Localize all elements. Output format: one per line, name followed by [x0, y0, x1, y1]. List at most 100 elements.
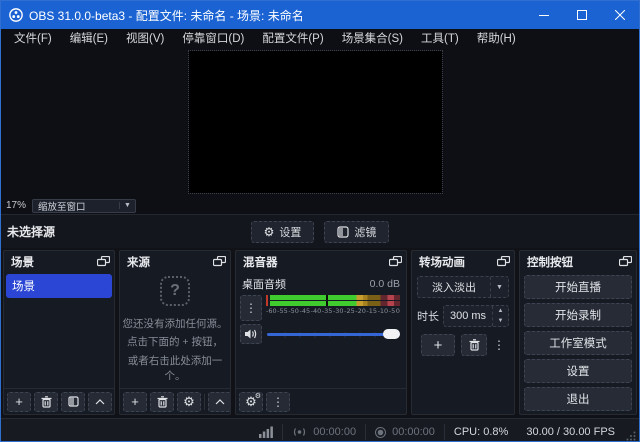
- remove-transition-button[interactable]: [461, 334, 487, 356]
- mixer-body: 桌面音频 0.0 dB ⋮: [236, 272, 406, 388]
- transition-more-button[interactable]: ⋮: [493, 338, 505, 352]
- sources-title: 来源: [127, 254, 150, 270]
- add-transition-button[interactable]: +: [421, 334, 455, 356]
- empty-hint-line: 点击下面的 + 按钮，: [127, 335, 223, 350]
- pop-out-icon[interactable]: [497, 256, 510, 267]
- network-status: [250, 424, 282, 440]
- toolbar-separator: [204, 394, 205, 410]
- preview-scale-row: 17% 缩放至窗口 ▼: [1, 197, 639, 214]
- slider-handle[interactable]: [383, 329, 400, 339]
- pop-out-icon[interactable]: [619, 256, 632, 267]
- obs-window: OBS 31.0.0-beta3 - 配置文件: 未命名 - 场景: 未命名 文…: [0, 0, 640, 442]
- sources-toolbar: + ⚙ ⋮: [120, 388, 230, 414]
- studio-mode-button[interactable]: 工作室模式: [524, 331, 632, 355]
- close-button[interactable]: [601, 1, 639, 29]
- remove-scene-button[interactable]: [34, 392, 58, 412]
- menu-profile[interactable]: 配置文件(P): [253, 29, 332, 49]
- advanced-audio-button[interactable]: ⚙ ⚙: [239, 392, 263, 412]
- menu-edit[interactable]: 编辑(E): [61, 29, 117, 49]
- spin-down-button[interactable]: ▼: [493, 316, 508, 326]
- zoom-level: 17%: [6, 200, 26, 211]
- remove-source-button[interactable]: [150, 392, 174, 412]
- controls-panel: 控制按钮 开始直播 开始录制 工作室模式 设置 退出: [519, 250, 637, 415]
- preview-canvas[interactable]: [189, 51, 442, 193]
- source-context-bar: 未选择源 ⚙ 设置 滤镜: [1, 214, 639, 248]
- meter-bar-left: [270, 295, 400, 300]
- dock-area: 场景 场景 +: [1, 248, 639, 418]
- start-recording-button[interactable]: 开始录制: [524, 303, 632, 327]
- transitions-panel: 转场动画 淡入淡出 ▼ 时长 300 ms ▲ ▼: [411, 250, 515, 415]
- scenes-panel: 场景 场景 +: [3, 250, 115, 415]
- transitions-title: 转场动画: [419, 254, 465, 270]
- transitions-body: 淡入淡出 ▼ 时长 300 ms ▲ ▼ +: [412, 272, 514, 414]
- fps-indicator: 30.00 / 30.00 FPS: [517, 424, 624, 440]
- meter-scale: -60-55 -50-45 -40-35 -30-25 -20-15 -10-5…: [266, 306, 400, 315]
- menu-view[interactable]: 视图(V): [117, 29, 173, 49]
- scale-mode-select[interactable]: 缩放至窗口 ▼: [32, 199, 136, 213]
- mute-button[interactable]: [240, 324, 262, 344]
- transition-select[interactable]: 淡入淡出 ▼: [417, 276, 509, 298]
- scale-mode-value: 缩放至窗口: [33, 199, 119, 213]
- vertical-dots-icon: ⋮: [272, 395, 284, 409]
- volume-slider[interactable]: [267, 328, 400, 340]
- add-source-button[interactable]: +: [123, 392, 147, 412]
- sources-empty-state: ? 您还没有添加任何源。 点击下面的 + 按钮， 或者右击此处添加一个。: [120, 272, 230, 388]
- status-bar: 00:00:00 00:00:00 CPU: 0.8% 30.00 / 30.0…: [1, 418, 639, 442]
- filter-icon: [68, 396, 79, 407]
- scene-list-item[interactable]: 场景: [6, 274, 112, 298]
- spin-up-button[interactable]: ▲: [493, 306, 508, 316]
- controls-body: 开始直播 开始录制 工作室模式 设置 退出: [520, 272, 636, 414]
- exit-button[interactable]: 退出: [524, 387, 632, 411]
- trash-icon: [469, 339, 480, 351]
- mixer-title: 混音器: [243, 254, 278, 270]
- settings-button[interactable]: 设置: [524, 359, 632, 383]
- menu-bar: 文件(F) 编辑(E) 视图(V) 停靠窗口(D) 配置文件(P) 场景集合(S…: [1, 29, 639, 49]
- scene-filters-button[interactable]: [61, 392, 85, 412]
- mixer-toolbar: ⚙ ⚙ ⋮: [236, 388, 406, 414]
- controls-title: 控制按钮: [527, 254, 573, 270]
- duration-spinbox[interactable]: 300 ms ▲ ▼: [443, 305, 509, 327]
- record-time: 00:00:00: [392, 426, 435, 438]
- cpu-usage: CPU: 0.8%: [445, 424, 517, 440]
- vertical-dots-icon: ⋮: [245, 301, 257, 315]
- pop-out-icon[interactable]: [97, 256, 110, 267]
- audio-source-name: 桌面音频: [242, 276, 286, 292]
- minimize-button[interactable]: [525, 1, 563, 29]
- duration-label: 时长: [417, 308, 439, 324]
- menu-help[interactable]: 帮助(H): [468, 29, 525, 49]
- trash-icon: [157, 396, 168, 408]
- menu-scene-collection[interactable]: 场景集合(S): [333, 29, 412, 49]
- properties-button[interactable]: ⚙ 设置: [251, 221, 315, 243]
- move-scene-up-button[interactable]: [88, 392, 112, 412]
- no-source-label: 未选择源: [7, 223, 55, 240]
- menu-file[interactable]: 文件(F): [5, 29, 61, 49]
- speaker-icon: [244, 328, 258, 340]
- mixer-more-button[interactable]: ⋮: [266, 392, 290, 412]
- obs-logo-icon: [9, 8, 23, 22]
- record-timer: 00:00:00: [366, 424, 444, 440]
- pop-out-icon[interactable]: [389, 256, 402, 267]
- filters-button[interactable]: 滤镜: [324, 221, 389, 243]
- sources-list[interactable]: ? 您还没有添加任何源。 点击下面的 + 按钮， 或者右击此处添加一个。: [120, 272, 230, 388]
- signal-bars-icon: [259, 426, 273, 438]
- add-scene-button[interactable]: +: [7, 392, 31, 412]
- maximize-button[interactable]: [563, 1, 601, 29]
- filter-icon: [337, 226, 349, 238]
- resize-grip[interactable]: [626, 431, 636, 441]
- audio-config-button[interactable]: ⋮: [240, 295, 262, 321]
- move-source-up-button[interactable]: [208, 392, 230, 412]
- pop-out-icon[interactable]: [213, 256, 226, 267]
- meter-bar-right: [270, 301, 400, 306]
- source-properties-button[interactable]: ⚙: [177, 392, 201, 412]
- scene-list: 场景: [4, 272, 114, 388]
- gear-icon: ⚙: [264, 226, 275, 238]
- question-mark-icon: ?: [160, 276, 190, 306]
- menu-tools[interactable]: 工具(T): [412, 29, 468, 49]
- broadcast-icon: [292, 427, 307, 437]
- title-bar[interactable]: OBS 31.0.0-beta3 - 配置文件: 未命名 - 场景: 未命名: [1, 1, 639, 29]
- menu-docks[interactable]: 停靠窗口(D): [173, 29, 253, 49]
- duration-value: 300 ms: [444, 310, 492, 322]
- clip-indicator: [266, 295, 268, 306]
- stream-time: 00:00:00: [313, 426, 356, 438]
- start-streaming-button[interactable]: 开始直播: [524, 275, 632, 299]
